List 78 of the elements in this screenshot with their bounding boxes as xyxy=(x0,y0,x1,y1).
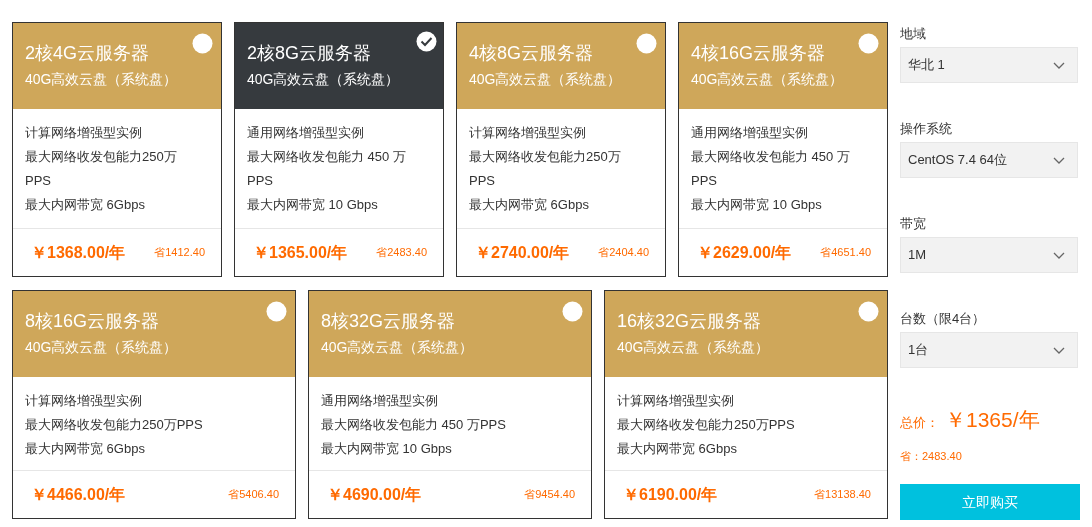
saving-text: 省5406.40 xyxy=(228,487,279,503)
option-label: 台数（限4台） xyxy=(900,310,987,328)
radio-icon[interactable] xyxy=(858,33,879,54)
spec-text: 通用网络增强型实例 xyxy=(321,392,439,410)
total-price: ￥1365/年 xyxy=(945,407,1040,433)
price-text: ￥2629.00/年 xyxy=(697,242,792,263)
spec-text: 最大内网带宽 6Gbps xyxy=(469,196,590,214)
disk-label: 40G高效云盘（系统盘） xyxy=(469,70,622,89)
spec-text: 通用网络增强型实例 xyxy=(691,124,809,142)
chevron-down-icon xyxy=(1053,156,1065,164)
plan-title: 8核32G云服务器 xyxy=(321,310,456,333)
select-field[interactable]: CentOS 7.4 64位 xyxy=(900,142,1078,178)
price-text: ￥6190.00/年 xyxy=(623,484,718,505)
option-label: 操作系统 xyxy=(900,120,953,138)
saving-text: 省2483.40 xyxy=(376,245,427,261)
spec-text: 计算网络增强型实例 xyxy=(617,392,735,410)
spec-text: 最大网络收发包能力250万PPS xyxy=(617,416,796,434)
plan-title: 16核32G云服务器 xyxy=(617,310,762,333)
spec-text: 最大内网带宽 6Gbps xyxy=(25,440,146,458)
price-text: ￥1365.00/年 xyxy=(253,242,348,263)
plan-card[interactable]: 2核8G云服务器 40G高效云盘（系统盘） 通用网络增强型实例 最大网络收发包能力 450 万PPS 最大内网带宽 10 Gbps ￥1365.00/年 省2483.40 xyxy=(234,22,444,277)
plan-title: 2核4G云服务器 xyxy=(25,42,150,65)
plan-card[interactable]: 2核4G云服务器 40G高效云盘（系统盘） 计算网络增强型实例 最大网络收发包能力250万PPS 最大内网带宽 6Gbps ￥1368.00/年 省1412.40 xyxy=(12,22,222,277)
price-text: ￥1368.00/年 xyxy=(31,242,126,263)
plan-card[interactable]: 4核16G云服务器 40G高效云盘（系统盘） 通用网络增强型实例 最大网络收发包能力 450 万PPS 最大内网带宽 10 Gbps ￥2629.00/年 省4651.40 xyxy=(678,22,888,277)
spec-text: 最大内网带宽 6Gbps xyxy=(617,440,738,458)
disk-label: 40G高效云盘（系统盘） xyxy=(617,338,770,357)
spec-text: 通用网络增强型实例 xyxy=(247,124,365,142)
radio-icon[interactable] xyxy=(562,301,583,322)
spec-text: 最大网络收发包能力250万PPS xyxy=(25,416,204,434)
plan-card[interactable]: 8核16G云服务器 40G高效云盘（系统盘） 计算网络增强型实例 最大网络收发包能力250万PPS 最大内网带宽 6Gbps ￥4466.00/年 省5406.40 xyxy=(12,290,296,519)
disk-label: 40G高效云盘（系统盘） xyxy=(247,70,400,89)
radio-icon[interactable] xyxy=(636,33,657,54)
plan-title: 8核16G云服务器 xyxy=(25,310,160,333)
select-field[interactable]: 1台 xyxy=(900,332,1078,368)
radio-icon[interactable] xyxy=(858,301,879,322)
spec-text: 最大网络收发包能力 450 万PPS xyxy=(247,148,407,190)
spec-text: 最大内网带宽 10 Gbps xyxy=(691,196,823,214)
spec-text: 最大内网带宽 6Gbps xyxy=(25,196,146,214)
saving-text: 省4651.40 xyxy=(820,245,871,261)
spec-text: 最大网络收发包能力250万PPS xyxy=(469,148,622,190)
select-field[interactable]: 华北 1 xyxy=(900,47,1078,83)
chevron-down-icon xyxy=(1053,61,1065,69)
plan-title: 2核8G云服务器 xyxy=(247,42,372,65)
chevron-down-icon xyxy=(1053,346,1065,354)
spec-text: 计算网络增强型实例 xyxy=(469,124,587,142)
spec-text: 最大内网带宽 10 Gbps xyxy=(321,440,453,458)
saving-text: 省9454.40 xyxy=(524,487,575,503)
spec-text: 最大网络收发包能力250万PPS xyxy=(25,148,178,190)
saving-text: 省13138.40 xyxy=(814,487,871,503)
disk-label: 40G高效云盘（系统盘） xyxy=(691,70,844,89)
saving-text: 省1412.40 xyxy=(154,245,205,261)
plan-title: 4核8G云服务器 xyxy=(469,42,594,65)
chevron-down-icon xyxy=(1053,251,1065,259)
plan-card[interactable]: 4核8G云服务器 40G高效云盘（系统盘） 计算网络增强型实例 最大网络收发包能力250万PPS 最大内网带宽 6Gbps ￥2740.00/年 省2404.40 xyxy=(456,22,666,277)
option-label: 带宽 xyxy=(900,215,927,233)
saving-text: 省2404.40 xyxy=(598,245,649,261)
spec-text: 计算网络增强型实例 xyxy=(25,392,143,410)
spec-text: 最大内网带宽 10 Gbps xyxy=(247,196,379,214)
price-text: ￥4690.00/年 xyxy=(327,484,422,505)
plan-card[interactable]: 8核32G云服务器 40G高效云盘（系统盘） 通用网络增强型实例 最大网络收发包能力 450 万PPS 最大内网带宽 10 Gbps ￥4690.00/年 省9454.40 xyxy=(308,290,592,519)
option-label: 地域 xyxy=(900,25,927,43)
total-label: 总价： xyxy=(900,414,939,432)
select-field[interactable]: 1M xyxy=(900,237,1078,273)
radio-icon[interactable] xyxy=(266,301,287,322)
spec-text: 最大网络收发包能力 450 万PPS xyxy=(691,148,851,190)
spec-text: 最大网络收发包能力 450 万PPS xyxy=(321,416,507,434)
disk-label: 40G高效云盘（系统盘） xyxy=(25,70,178,89)
plan-title: 4核16G云服务器 xyxy=(691,42,826,65)
price-text: ￥4466.00/年 xyxy=(31,484,126,505)
check-icon[interactable] xyxy=(416,31,437,52)
price-text: ￥2740.00/年 xyxy=(475,242,570,263)
disk-label: 40G高效云盘（系统盘） xyxy=(321,338,474,357)
disk-label: 40G高效云盘（系统盘） xyxy=(25,338,178,357)
radio-icon[interactable] xyxy=(192,33,213,54)
spec-text: 计算网络增强型实例 xyxy=(25,124,143,142)
total-saving: 省：2483.40 xyxy=(900,448,963,464)
plan-card[interactable]: 16核32G云服务器 40G高效云盘（系统盘） 计算网络增强型实例 最大网络收发包能力250万PPS 最大内网带宽 6Gbps ￥6190.00/年 省13138.40 xyxy=(604,290,888,519)
